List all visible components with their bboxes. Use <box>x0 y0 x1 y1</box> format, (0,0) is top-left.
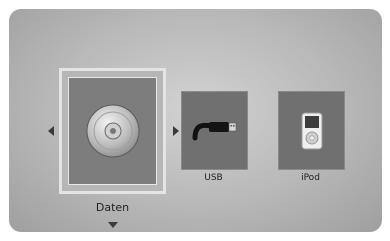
menu-item-usb[interactable] <box>181 91 248 170</box>
menu-item-daten[interactable] <box>59 68 166 194</box>
disc-icon <box>86 104 139 158</box>
menu-item-ipod[interactable] <box>278 91 345 170</box>
menu-item-ipod-label: iPod <box>301 173 320 183</box>
home-menu-screen: Daten USB iPod <box>9 9 382 232</box>
menu-item-daten-label: Daten <box>95 201 130 214</box>
arrow-right-icon[interactable] <box>173 126 179 136</box>
ipod-icon <box>301 112 322 149</box>
arrow-down-icon[interactable] <box>108 222 118 228</box>
arrow-left-icon[interactable] <box>48 126 54 136</box>
usb-icon <box>192 121 236 140</box>
menu-item-daten-tile <box>68 77 157 185</box>
menu-item-usb-label: USB <box>204 173 223 183</box>
